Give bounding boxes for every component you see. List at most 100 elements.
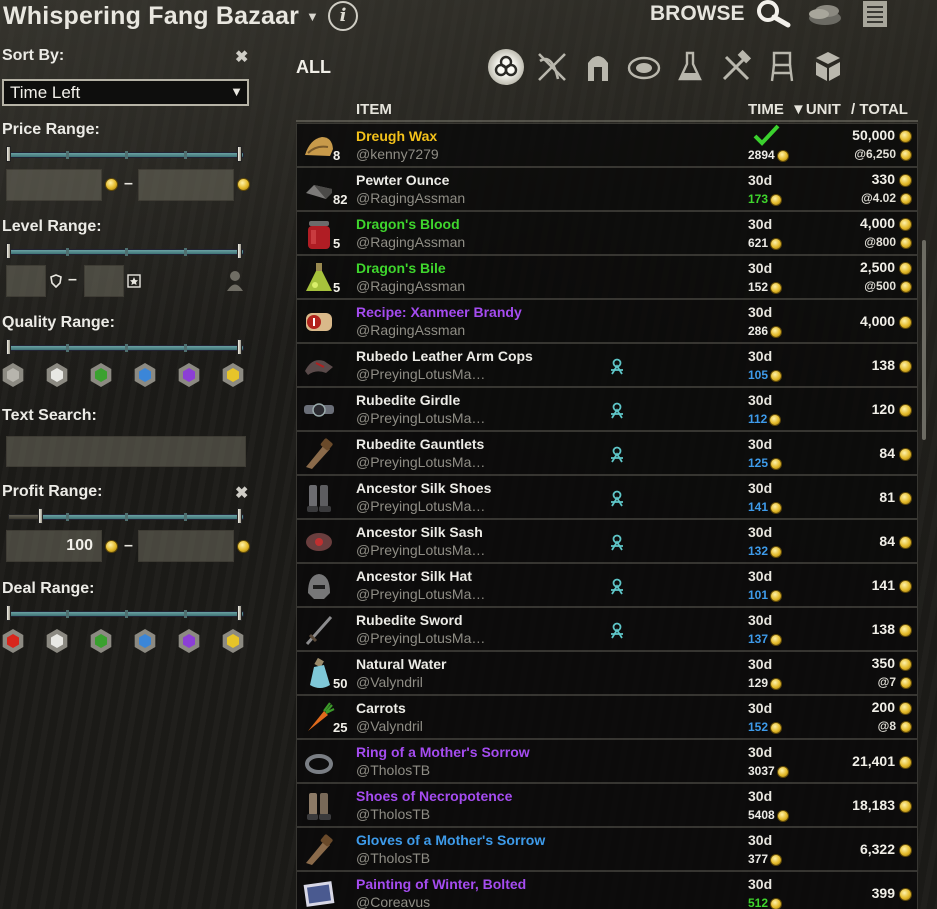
seller-name[interactable]: @PreyingLotusMa… [356,542,485,558]
profit-range-slider[interactable] [8,508,244,524]
slider-max-handle[interactable] [237,605,242,621]
profit-min-field[interactable]: 100 [6,530,102,562]
price-range-slider[interactable] [6,146,244,162]
clear-profit-button[interactable]: ✖ [235,483,248,503]
item-name[interactable]: Dreugh Wax [356,128,437,144]
item-name[interactable]: Pewter Ounce [356,172,449,188]
seller-name[interactable]: @RagingAssman [356,278,465,294]
table-row[interactable]: Recipe: Xanmeer Brandy @RagingAssman 30d 28… [296,299,918,343]
sort-dropdown[interactable]: Time Left ▼ [2,79,249,106]
crafting-icon[interactable] [718,49,754,85]
table-row[interactable]: Rubedite Girdle @PreyingLotusMa… 30d 112 120 [296,387,918,431]
scrollbar-thumb[interactable] [922,240,926,440]
seller-name[interactable]: @TholosTB [356,806,430,822]
category-all-label[interactable]: ALL [296,57,331,78]
sell-coins-icon[interactable] [805,0,845,28]
table-row[interactable]: 8 Dreugh Wax @kenny7279 2894 50,000 @6,250 [296,123,918,167]
table-row[interactable]: Rubedite Gauntlets @PreyingLotusMa… 30d 125… [296,431,918,475]
slider-max-handle[interactable] [237,146,242,162]
item-name[interactable]: Rubedite Sword [356,612,463,628]
table-row[interactable]: Gloves of a Mother's Sorrow @TholosTB 30d 3… [296,827,918,871]
column-header-unit[interactable]: ▼UNIT [791,101,841,118]
materials-icon[interactable] [810,49,846,85]
item-name[interactable]: Ring of a Mother's Sorrow [356,744,530,760]
table-row[interactable]: Ring of a Mother's Sorrow @TholosTB 30d 303… [296,739,918,783]
price-max-field[interactable] [138,169,234,201]
consumables-icon[interactable] [626,49,662,85]
seller-name[interactable]: @TholosTB [356,850,430,866]
slider-min-handle[interactable] [6,339,11,355]
table-row[interactable]: Painting of Winter, Bolted @Coreavus 30d 51… [296,871,918,909]
weapons-icon[interactable] [534,49,570,85]
level-max-field[interactable] [84,265,124,297]
item-name[interactable]: Natural Water [356,656,447,672]
title-dropdown-caret-icon[interactable]: ▼ [306,9,319,24]
price-min-field[interactable] [6,169,102,201]
seller-name[interactable]: @PreyingLotusMa… [356,498,485,514]
slider-min-handle[interactable] [6,605,11,621]
table-row[interactable]: 5 Dragon's Blood @RagingAssman 30d 621 4,000 @… [296,211,918,255]
item-name[interactable]: Ancestor Silk Hat [356,568,472,584]
armor-icon[interactable] [580,49,616,85]
player-level-icon[interactable] [225,270,245,292]
table-row[interactable]: Shoes of Necropotence @TholosTB 30d 5408 18,… [296,783,918,827]
seller-name[interactable]: @kenny7279 [356,146,439,162]
text-search-input[interactable] [6,436,246,467]
clear-sort-button[interactable]: ✖ [235,47,248,67]
slider-max-handle[interactable] [237,508,242,524]
item-name[interactable]: Carrots [356,700,406,716]
table-row[interactable]: Rubedo Leather Arm Cops @PreyingLotusMa… 3… [296,343,918,387]
info-icon[interactable]: i [328,1,358,31]
seller-name[interactable]: @Coreavus [356,894,430,909]
slider-min-handle[interactable] [6,243,11,259]
column-header-time[interactable]: TIME [748,101,784,118]
seller-name[interactable]: @PreyingLotusMa… [356,630,485,646]
item-name[interactable]: Shoes of Necropotence [356,788,512,804]
quality-range-slider[interactable] [6,339,244,355]
item-name[interactable]: Painting of Winter, Bolted [356,876,526,892]
column-header-item[interactable]: ITEM [356,101,392,118]
table-row[interactable]: Ancestor Silk Shoes @PreyingLotusMa… 30d 14… [296,475,918,519]
item-name[interactable]: Gloves of a Mother's Sorrow [356,832,545,848]
seller-name[interactable]: @Valyndril [356,674,423,690]
table-row[interactable]: 82 Pewter Ounce @RagingAssman 30d 173 330 @4.0… [296,167,918,211]
table-row[interactable]: Rubedite Sword @PreyingLotusMa… 30d 137 138 [296,607,918,651]
seller-name[interactable]: @PreyingLotusMa… [356,410,485,426]
page-title[interactable]: Whispering Fang Bazaar [3,2,299,31]
listings-icon[interactable] [858,0,898,28]
seller-name[interactable]: @PreyingLotusMa… [356,586,485,602]
all-items-icon[interactable] [488,49,524,85]
level-min-field[interactable] [6,265,46,297]
deal-range-slider[interactable] [6,605,244,621]
table-row[interactable]: Ancestor Silk Sash @PreyingLotusMa… 30d 132… [296,519,918,563]
slider-max-handle[interactable] [237,243,242,259]
item-name[interactable]: Rubedite Gauntlets [356,436,484,452]
alchemy-icon[interactable] [672,49,708,85]
profit-max-field[interactable] [138,530,234,562]
seller-name[interactable]: @TholosTB [356,762,430,778]
slider-min-handle[interactable] [38,508,43,524]
item-name[interactable]: Rubedite Girdle [356,392,460,408]
item-name[interactable]: Ancestor Silk Shoes [356,480,491,496]
furnishing-icon[interactable] [764,49,800,85]
browse-tab-label[interactable]: BROWSE [650,2,745,26]
item-name[interactable]: Ancestor Silk Sash [356,524,483,540]
search-icon[interactable] [752,0,792,28]
table-row[interactable]: 25 Carrots @Valyndril 30d 152 200 @8 [296,695,918,739]
table-row[interactable]: 5 Dragon's Bile @RagingAssman 30d 152 2,500 @5… [296,255,918,299]
seller-name[interactable]: @RagingAssman [356,322,465,338]
column-header-total[interactable]: / TOTAL [851,101,908,118]
seller-name[interactable]: @Valyndril [356,718,423,734]
seller-name[interactable]: @PreyingLotusMa… [356,454,485,470]
seller-name[interactable]: @PreyingLotusMa… [356,366,485,382]
item-name[interactable]: Recipe: Xanmeer Brandy [356,304,522,320]
item-name[interactable]: Dragon's Bile [356,260,446,276]
item-name[interactable]: Dragon's Blood [356,216,460,232]
seller-name[interactable]: @RagingAssman [356,190,465,206]
slider-min-handle[interactable] [6,146,11,162]
level-range-slider[interactable] [6,243,244,259]
slider-max-handle[interactable] [237,339,242,355]
seller-name[interactable]: @RagingAssman [356,234,465,250]
table-row[interactable]: Ancestor Silk Hat @PreyingLotusMa… 30d 101 1… [296,563,918,607]
item-name[interactable]: Rubedo Leather Arm Cops [356,348,533,364]
